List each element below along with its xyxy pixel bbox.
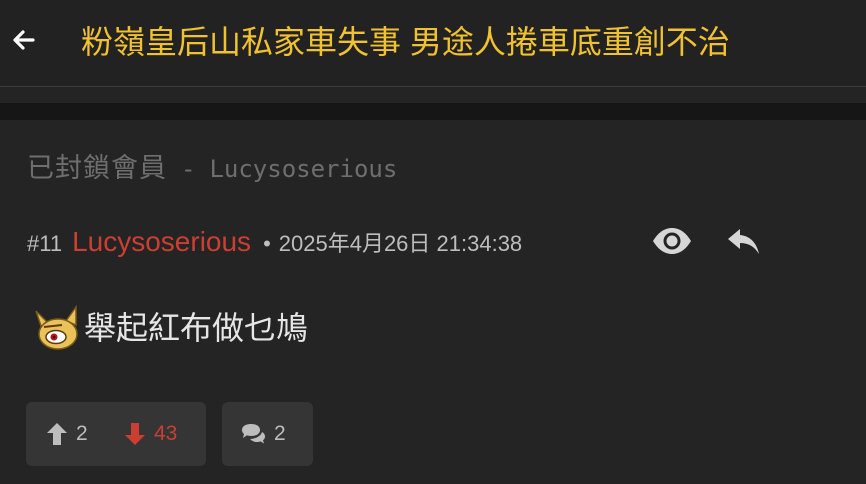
arrow-down-icon <box>125 423 145 445</box>
arrow-left-icon <box>13 30 35 50</box>
meta-separator: • <box>263 231 271 256</box>
vote-panel: 2 43 <box>26 402 206 466</box>
upvote-count: 2 <box>76 422 88 445</box>
view-button[interactable] <box>651 224 693 258</box>
upvote-button[interactable]: 2 <box>46 420 88 448</box>
downvote-button[interactable]: 43 <box>124 420 177 448</box>
post-content: 舉起紅布做乜鳩 <box>32 300 308 356</box>
reply-arrow-icon <box>728 229 759 254</box>
post-number: #11 <box>27 231 63 256</box>
blocked-label: 已封鎖會員 <box>27 153 167 183</box>
blocked-username: Lucysoserious <box>209 155 398 183</box>
post-timestamp: 2025年4月26日 21:34:38 <box>278 231 523 256</box>
author-link[interactable]: Lucysoserious <box>72 226 251 257</box>
back-button[interactable] <box>6 22 42 58</box>
comment-bubbles-icon <box>242 424 265 444</box>
downvote-count: 43 <box>154 422 178 445</box>
comment-button[interactable]: 2 <box>240 420 286 448</box>
thread-title: 粉嶺皇后山私家車失事 男途人捲車底重創不治 <box>81 24 730 60</box>
reply-button[interactable] <box>724 224 762 258</box>
arrow-up-icon <box>47 423 67 445</box>
comment-count: 2 <box>274 422 286 445</box>
post-text: 舉起紅布做乜鳩 <box>84 310 309 346</box>
blocked-member-notice: 已封鎖會員 - Lucysoserious <box>27 150 397 186</box>
pixel-art-emoji <box>35 304 78 350</box>
section-divider <box>0 103 866 120</box>
top-bar: 粉嶺皇后山私家車失事 男途人捲車底重創不治 <box>0 0 866 87</box>
blocked-separator: - <box>181 155 196 183</box>
eye-icon <box>653 228 691 254</box>
comment-panel: 2 <box>222 402 313 466</box>
